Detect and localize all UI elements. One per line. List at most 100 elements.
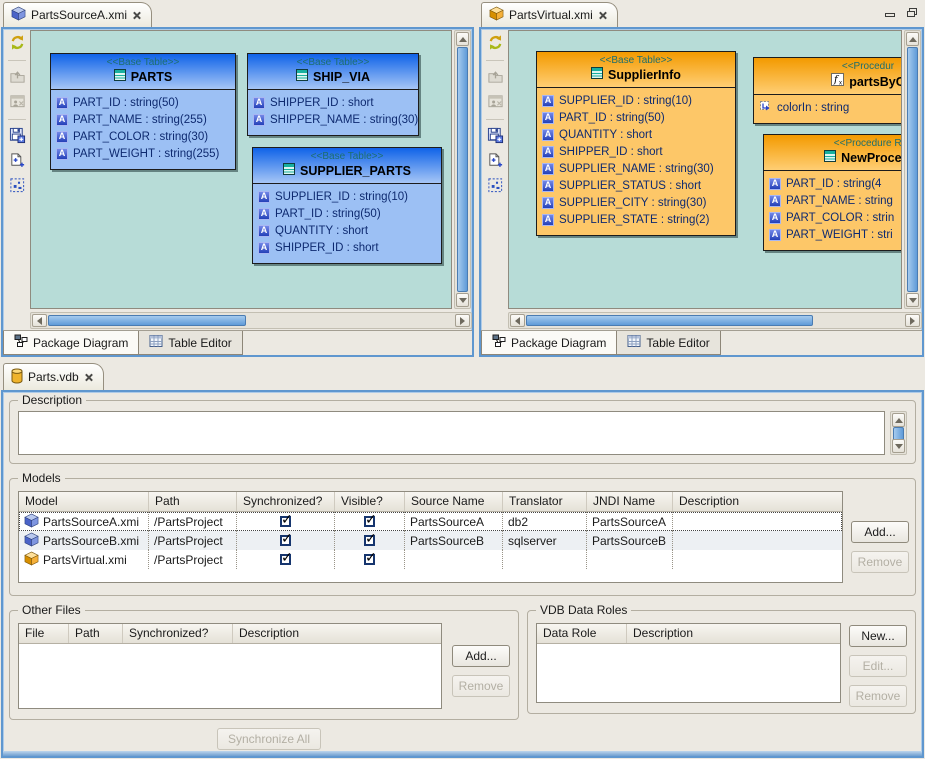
- other-files-remove-button[interactable]: Remove: [452, 675, 510, 697]
- data-role-remove-button[interactable]: Remove: [849, 685, 907, 707]
- entity-attribute-row[interactable]: APART_ID : string(50): [258, 205, 436, 222]
- scroll-up-button[interactable]: [892, 413, 905, 427]
- refresh-button[interactable]: [7, 34, 27, 53]
- entity-attribute-row[interactable]: ASUPPLIER_STATUS : short: [542, 177, 730, 194]
- checkbox-checked-icon[interactable]: [280, 554, 291, 565]
- tab-partssourcea[interactable]: PartsSourceA.xmi: [3, 2, 152, 27]
- entity-attribute-row[interactable]: APART_COLOR : string(30): [56, 128, 230, 145]
- tab-partsvdb[interactable]: Parts.vdb: [3, 363, 104, 390]
- scroll-down-button[interactable]: [892, 439, 905, 453]
- column-header-jndi-name[interactable]: JNDI Name: [587, 492, 673, 511]
- checkbox-checked-icon[interactable]: [364, 554, 375, 565]
- other-files-table[interactable]: FilePathSynchronized?Description: [18, 623, 442, 709]
- scroll-right-button[interactable]: [905, 314, 920, 327]
- subtab-table-editor[interactable]: Table Editor: [139, 331, 242, 355]
- synchronize-all-button[interactable]: Synchronize All: [217, 728, 321, 750]
- scrollbar-thumb[interactable]: [907, 47, 918, 292]
- column-header-source-name[interactable]: Source Name: [405, 492, 503, 511]
- entity-attribute-row[interactable]: ASHIPPER_NAME : string(30): [253, 111, 413, 128]
- models-table-row[interactable]: PartsSourceA.xmi/PartsProjectPartsSource…: [19, 512, 842, 531]
- column-header-model[interactable]: Model: [19, 492, 149, 511]
- entity-NewProcedu[interactable]: <<Procedure ReNewProceduAPART_ID : strin…: [763, 134, 902, 251]
- entity-attribute-row[interactable]: APART_ID : string(50): [542, 109, 730, 126]
- scroll-down-button[interactable]: [906, 293, 919, 307]
- scroll-right-button[interactable]: [455, 314, 470, 327]
- scrollbar-thumb[interactable]: [457, 47, 468, 292]
- scroll-up-button[interactable]: [906, 32, 919, 46]
- subtab-package-diagram[interactable]: Package Diagram: [3, 331, 139, 355]
- horizontal-scrollbar[interactable]: [30, 312, 472, 329]
- column-header-file[interactable]: File: [19, 624, 69, 643]
- entity-attribute-row[interactable]: ASUPPLIER_NAME : string(30): [542, 160, 730, 177]
- data-role-edit-button[interactable]: Edit...: [849, 655, 907, 677]
- vertical-scrollbar[interactable]: [904, 30, 921, 309]
- checkbox-checked-icon[interactable]: [364, 516, 375, 527]
- entity-attribute-row[interactable]: ASUPPLIER_ID : string(10): [258, 188, 436, 205]
- diagram-canvas[interactable]: <<Base Table>>SupplierInfoASUPPLIER_ID :…: [508, 30, 902, 309]
- scroll-up-button[interactable]: [456, 32, 469, 46]
- maximize-icon[interactable]: [905, 6, 919, 18]
- column-header-synchronized[interactable]: Synchronized?: [123, 624, 233, 643]
- entity-SHIP_VIA[interactable]: <<Base Table>>SHIP_VIAASHIPPER_ID : shor…: [247, 53, 419, 136]
- entity-attribute-row[interactable]: APART_WEIGHT : stri: [769, 226, 902, 243]
- entity-SupplierInfo[interactable]: <<Base Table>>SupplierInfoASUPPLIER_ID :…: [536, 51, 736, 236]
- scroll-left-button[interactable]: [32, 314, 47, 327]
- models-table-row[interactable]: PartsVirtual.xmi/PartsProject: [19, 550, 842, 569]
- preview-diagram-button[interactable]: [7, 93, 27, 112]
- column-header-data-role[interactable]: Data Role: [537, 624, 627, 643]
- column-header-synchronized[interactable]: Synchronized?: [237, 492, 335, 511]
- column-header-path[interactable]: Path: [149, 492, 237, 511]
- entity-partsByC[interactable]: <<ProcedurfxpartsByCcolorIn : string: [753, 57, 902, 124]
- checkbox-checked-icon[interactable]: [280, 535, 291, 546]
- column-header-description[interactable]: Description: [233, 624, 441, 643]
- entity-attribute-row[interactable]: APART_WEIGHT : string(255): [56, 145, 230, 162]
- column-header-translator[interactable]: Translator: [503, 492, 587, 511]
- navigate-up-button[interactable]: [485, 68, 505, 87]
- horizontal-scrollbar[interactable]: [508, 312, 922, 329]
- entity-attribute-row[interactable]: ASHIPPER_ID : short: [258, 239, 436, 256]
- entity-attribute-row[interactable]: AQUANTITY : short: [258, 222, 436, 239]
- navigate-up-button[interactable]: [7, 68, 27, 87]
- save-diagram-button[interactable]: [7, 127, 27, 146]
- entity-attribute-row[interactable]: APART_COLOR : strin: [769, 209, 902, 226]
- checkbox-checked-icon[interactable]: [364, 535, 375, 546]
- selection-mode-button[interactable]: [485, 177, 505, 196]
- preview-diagram-button[interactable]: [485, 93, 505, 112]
- other-files-add-button[interactable]: Add...: [452, 645, 510, 667]
- description-textarea[interactable]: [18, 411, 885, 455]
- subtab-package-diagram[interactable]: Package Diagram: [481, 331, 617, 355]
- entity-attribute-row[interactable]: ASUPPLIER_STATE : string(2): [542, 211, 730, 228]
- diagram-canvas[interactable]: <<Base Table>>PARTSAPART_ID : string(50)…: [30, 30, 452, 309]
- entity-attribute-row[interactable]: APART_NAME : string(255): [56, 111, 230, 128]
- entity-attribute-row[interactable]: ASHIPPER_ID : short: [253, 94, 413, 111]
- subtab-table-editor[interactable]: Table Editor: [617, 331, 720, 355]
- column-header-description[interactable]: Description: [673, 492, 842, 511]
- entity-PARTS[interactable]: <<Base Table>>PARTSAPART_ID : string(50)…: [50, 53, 236, 170]
- insert-object-button[interactable]: [485, 152, 505, 171]
- entity-attribute-row[interactable]: APART_NAME : string: [769, 192, 902, 209]
- data-roles-table[interactable]: Data RoleDescription: [536, 623, 841, 703]
- save-diagram-button[interactable]: [485, 127, 505, 146]
- checkbox-checked-icon[interactable]: [280, 516, 291, 527]
- entity-attribute-row[interactable]: ASHIPPER_ID : short: [542, 143, 730, 160]
- entity-attribute-row[interactable]: ASUPPLIER_CITY : string(30): [542, 194, 730, 211]
- minimize-icon[interactable]: [883, 6, 897, 18]
- entity-SUPPLIER_PARTS[interactable]: <<Base Table>>SUPPLIER_PARTSASUPPLIER_ID…: [252, 147, 442, 264]
- scroll-left-button[interactable]: [510, 314, 525, 327]
- data-role-new-button[interactable]: New...: [849, 625, 907, 647]
- entity-attribute-row[interactable]: AQUANTITY : short: [542, 126, 730, 143]
- selection-mode-button[interactable]: [7, 177, 27, 196]
- vertical-scrollbar[interactable]: [454, 30, 471, 309]
- models-table-row[interactable]: PartsSourceB.xmi/PartsProjectPartsSource…: [19, 531, 842, 550]
- close-icon[interactable]: [84, 373, 93, 382]
- description-scrollbar[interactable]: [890, 411, 907, 455]
- entity-attribute-row[interactable]: APART_ID : string(50): [56, 94, 230, 111]
- column-header-visible[interactable]: Visible?: [335, 492, 405, 511]
- column-header-description[interactable]: Description: [627, 624, 840, 643]
- scroll-down-button[interactable]: [456, 293, 469, 307]
- tab-partsvirtual[interactable]: PartsVirtual.xmi: [481, 2, 618, 27]
- close-icon[interactable]: [598, 11, 607, 20]
- column-header-path[interactable]: Path: [69, 624, 123, 643]
- close-icon[interactable]: [132, 11, 141, 20]
- insert-object-button[interactable]: [7, 152, 27, 171]
